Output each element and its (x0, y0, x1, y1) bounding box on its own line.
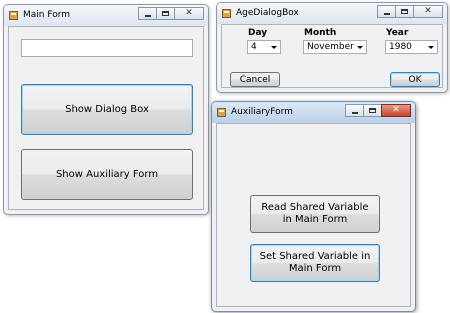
minimize-icon (383, 13, 390, 15)
show-auxiliary-button[interactable]: Show Auxiliary Form (21, 149, 193, 200)
chevron-down-icon (357, 46, 363, 49)
year-value: 1980 (389, 42, 412, 52)
month-label: Month (304, 28, 337, 38)
ok-button[interactable]: OK (390, 72, 440, 87)
show-dialog-button[interactable]: Show Dialog Box (21, 84, 193, 135)
close-button[interactable]: ✕ (413, 5, 443, 18)
close-icon: ✕ (392, 105, 400, 115)
month-value: November (307, 42, 354, 52)
form-app-icon (222, 9, 231, 18)
day-combo[interactable]: 4 (247, 40, 281, 54)
minimize-icon (144, 15, 151, 17)
window-title: AgeDialogBox (236, 8, 299, 18)
auxiliary-form-window: AuxiliaryForm ✕ Read Shared Variable in … (211, 101, 416, 312)
maximize-button[interactable] (156, 7, 175, 20)
age-dialog-window: AgeDialogBox ✕ Day 4 Month November Year… (216, 2, 448, 93)
year-combo[interactable]: 1980 (385, 40, 438, 54)
caption-buttons: ✕ (345, 104, 411, 117)
maximize-button[interactable] (395, 5, 414, 18)
minimize-icon (351, 112, 358, 114)
minimize-button[interactable] (345, 104, 364, 117)
chevron-down-icon (428, 46, 434, 49)
caption-buttons: ✕ (138, 7, 204, 20)
read-shared-variable-button[interactable]: Read Shared Variable in Main Form (250, 195, 380, 233)
maximize-icon (369, 108, 376, 113)
auxiliary-form-client: Read Shared Variable in Main Form Set Sh… (216, 123, 411, 307)
close-button[interactable]: ✕ (381, 104, 411, 117)
form-app-icon (9, 11, 18, 20)
cancel-button[interactable]: Cancel (230, 72, 280, 87)
auxiliary-form-titlebar[interactable]: AuxiliaryForm ✕ (212, 102, 415, 123)
maximize-icon (162, 11, 169, 16)
shared-value-textbox[interactable] (21, 39, 193, 57)
day-value: 4 (251, 42, 257, 52)
set-shared-variable-button[interactable]: Set Shared Variable in Main Form (250, 244, 380, 282)
caption-buttons: ✕ (377, 5, 443, 18)
age-dialog-titlebar[interactable]: AgeDialogBox ✕ (217, 3, 447, 24)
minimize-button[interactable] (377, 5, 396, 18)
maximize-icon (401, 9, 408, 14)
main-form-window: Main Form ✕ Show Dialog Box Show Auxilia… (3, 4, 209, 215)
minimize-button[interactable] (138, 7, 157, 20)
window-title: AuxiliaryForm (231, 107, 293, 117)
form-app-icon (217, 108, 226, 117)
main-form-titlebar[interactable]: Main Form ✕ (4, 5, 208, 26)
close-icon: ✕ (185, 8, 193, 18)
chevron-down-icon (271, 46, 277, 49)
main-form-client: Show Dialog Box Show Auxiliary Form (8, 26, 204, 210)
year-label: Year (386, 28, 409, 38)
age-dialog-client: Day 4 Month November Year 1980 Cancel OK (221, 24, 443, 88)
maximize-button[interactable] (363, 104, 382, 117)
month-combo[interactable]: November (303, 40, 367, 54)
close-icon: ✕ (424, 6, 432, 16)
window-title: Main Form (23, 10, 71, 20)
day-label: Day (248, 28, 268, 38)
close-button[interactable]: ✕ (174, 7, 204, 20)
